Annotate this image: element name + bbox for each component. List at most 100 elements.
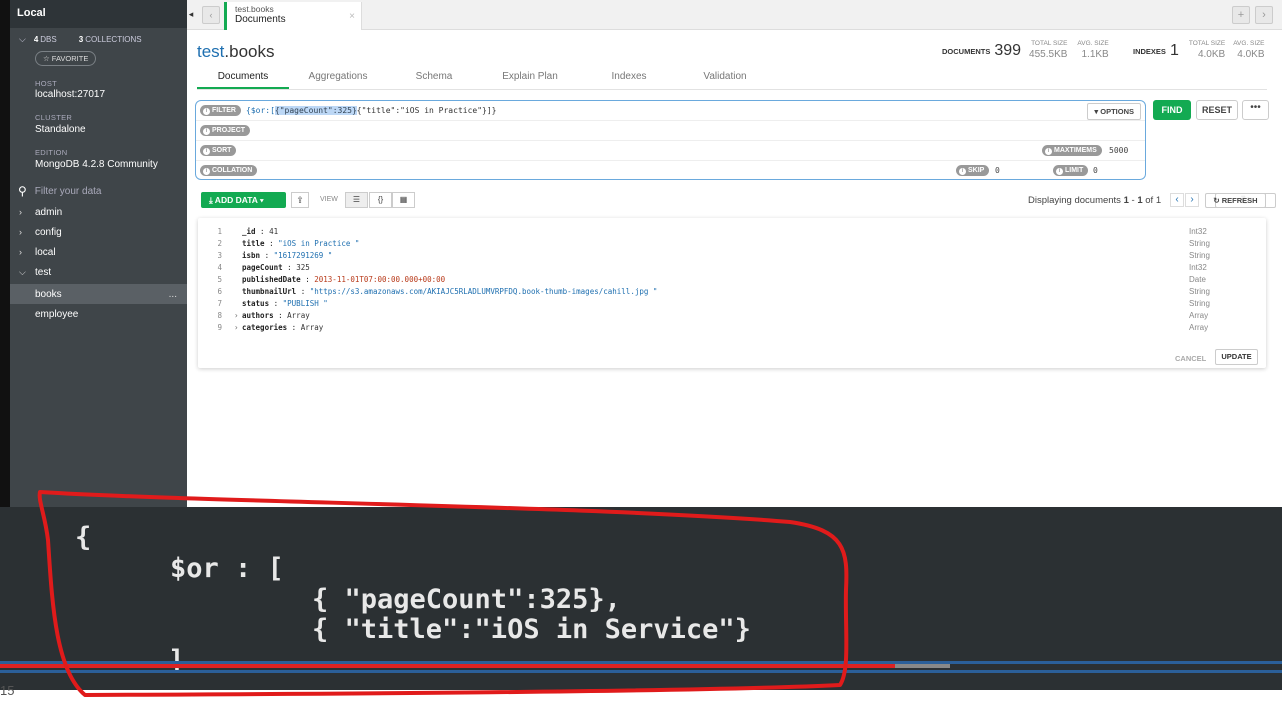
update-button[interactable]: UPDATE (1215, 349, 1258, 365)
more-options-button[interactable]: ••• (1242, 100, 1269, 120)
refresh-button[interactable]: ↻ REFRESH (1205, 193, 1266, 208)
maxtimems-label: i MAXTIMEMS (1042, 145, 1102, 156)
field-type: String (1189, 287, 1210, 296)
project-label: i PROJECT (200, 125, 251, 136)
tab-validation[interactable]: Validation (679, 66, 771, 90)
document-field-status[interactable]: 7 status : "PUBLISH " String (198, 299, 1266, 311)
line-number: 4 (217, 263, 222, 272)
tab-schema[interactable]: Schema (387, 66, 481, 90)
maxtimems-input[interactable]: 5000 (1109, 146, 1128, 155)
tab-aggregations[interactable]: Aggregations (289, 66, 387, 90)
field-value: Array (287, 311, 310, 320)
query-bar: i FILTER {$or:[{"pageCount":325}{"title":… (195, 100, 1146, 180)
field-type: String (1189, 299, 1210, 308)
document-field-authors[interactable]: 8 › authors : Array Array (198, 311, 1266, 323)
sidebar-instance-stats: ⌵ 4 DBS 3 COLLECTIONS ↻ (10, 28, 1276, 208)
next-page-icon[interactable]: › (1185, 193, 1199, 207)
sidebar-collection-employee[interactable]: employee (10, 304, 187, 324)
prev-page-icon[interactable]: ‹ (1170, 193, 1184, 207)
more-icon[interactable]: ... (169, 289, 177, 300)
indexes-count: 1 (1169, 42, 1179, 59)
options-button[interactable]: ▾ OPTIONS (1087, 103, 1141, 120)
search-input[interactable]: Filter your data (35, 186, 102, 197)
sidebar-db-test[interactable]: ⌵ test (10, 262, 187, 282)
sidebar-search[interactable]: ⚲ Filter your data (10, 184, 187, 198)
tab-documents[interactable]: Documents (197, 66, 289, 90)
limit-input[interactable]: 0 (1093, 166, 1098, 175)
field-key: title : "iOS in Practice " (242, 239, 360, 248)
documents-stats: DOCUMENTS 399 TOTAL SIZE 455.5KB AVG. SIZ… (942, 40, 1109, 60)
reset-button[interactable]: RESET (1196, 100, 1238, 120)
document-field-title[interactable]: 2 title : "iOS in Practice " String (198, 239, 1266, 251)
code-line: { "title":"iOS in Service"} (312, 614, 751, 645)
chevron-right-icon: › (19, 227, 22, 237)
chevron-down-icon[interactable]: ⌵ (19, 34, 26, 45)
list-view-icon[interactable]: ☰ (345, 192, 368, 208)
limit-label: i LIMIT (1053, 165, 1089, 176)
documents-count: 399 (994, 42, 1022, 59)
info-icon: i (203, 107, 210, 115)
index-total-size: TOTAL SIZE 4.0KB (1188, 40, 1226, 60)
table-view-icon[interactable]: ▦ (392, 192, 415, 208)
document-field-thumbnailurl[interactable]: 6 thumbnailUrl : "https://s3.amazonaws.co… (198, 287, 1266, 299)
tab-test-books[interactable]: test.books Documents × (224, 2, 362, 30)
document-field-pagecount[interactable]: 4 pageCount : 325 Int32 (198, 263, 1266, 275)
field-value: 41 (269, 227, 279, 236)
field-key: authors : Array (242, 311, 310, 320)
line-number: 1 (217, 227, 222, 236)
tab-scroll-right-icon[interactable]: › (1255, 6, 1273, 24)
field-value: "https://s3.amazonaws.com/AKIAJC5RLADLUM… (309, 287, 658, 296)
favorite-button[interactable]: ☆ FAVORITE (35, 51, 97, 66)
find-button[interactable]: FIND (1153, 100, 1191, 120)
info-icon: i (203, 127, 210, 135)
document-field-categories[interactable]: 9 › categories : Array Array (198, 323, 1266, 335)
document-field-isbn[interactable]: 3 isbn : "1617291269 " String (198, 251, 1266, 263)
sidebar-db-local[interactable]: › local (10, 242, 187, 262)
view-label: VIEW (320, 196, 338, 203)
field-key: status : "PUBLISH " (242, 299, 328, 308)
line-number: 2 (217, 239, 222, 248)
document-field-publisheddate[interactable]: 5 publishedDate : 2013-11-01T07:00:00.000… (198, 275, 1266, 287)
chevron-right-icon: › (19, 207, 22, 217)
json-view-icon[interactable]: {} (369, 192, 392, 208)
line-number: 3 (217, 251, 222, 260)
index-avg-size: AVG. SIZE 4.0KB (1233, 40, 1265, 60)
add-data-button[interactable]: ⤓ ADD DATA ▾ (201, 192, 286, 208)
tab-explain-plan[interactable]: Explain Plan (481, 66, 579, 90)
sort-label: i SORT (200, 145, 237, 156)
buffer-fill (895, 664, 950, 668)
export-icon[interactable]: ⇪ (291, 192, 309, 208)
filter-input[interactable]: {$or:[{"pageCount":325}{"title":"iOS in … (246, 106, 496, 115)
sidebar-db-config[interactable]: › config (10, 222, 187, 242)
collation-row[interactable]: i COLLATION i SKIP 0 i LIMIT 0 (196, 161, 1145, 181)
skip-input[interactable]: 0 (995, 166, 1000, 175)
window-edge (0, 0, 10, 507)
sidebar-db-admin[interactable]: › admin (10, 202, 187, 222)
cancel-button[interactable]: CANCEL (1175, 354, 1206, 363)
filter-row[interactable]: i FILTER {$or:[{"pageCount":325}{"title":… (196, 101, 1145, 121)
expand-icon[interactable]: › (234, 323, 239, 332)
add-tab-icon[interactable]: + (1232, 6, 1250, 24)
total-size: TOTAL SIZE 455.5KB (1029, 40, 1068, 60)
info-icon: i (1056, 167, 1063, 175)
field-value: 325 (296, 263, 310, 272)
progress-fill[interactable] (0, 664, 895, 668)
line-number: 8 (217, 311, 222, 320)
sort-row[interactable]: i SORT i MAXTIMEMS 5000 (196, 141, 1145, 161)
tab-scroll-left-icon[interactable]: ‹ (202, 6, 220, 24)
project-row[interactable]: i PROJECT (196, 121, 1145, 141)
host-value: localhost:27017 (35, 89, 106, 100)
chevron-down-icon: ⌵ (19, 266, 26, 277)
tab-bar: ◂ ‹ test.books Documents × + › (187, 0, 1282, 30)
sidebar-title: Local (10, 0, 187, 28)
collapse-sidebar-icon[interactable]: ◂ (187, 6, 195, 24)
collection-subtabs: Documents Aggregations Schema Explain Pl… (197, 66, 771, 90)
close-icon[interactable]: × (349, 11, 355, 22)
document-field-id[interactable]: 1 _id : 41 Int32 (198, 227, 1266, 239)
edition-value: MongoDB 4.2.8 Community (35, 159, 158, 170)
field-key: pageCount : 325 (242, 263, 310, 272)
sidebar-collection-books[interactable]: books... (10, 284, 187, 304)
tab-indexes[interactable]: Indexes (579, 66, 679, 90)
expand-icon[interactable]: › (234, 311, 239, 320)
field-type: String (1189, 251, 1210, 260)
